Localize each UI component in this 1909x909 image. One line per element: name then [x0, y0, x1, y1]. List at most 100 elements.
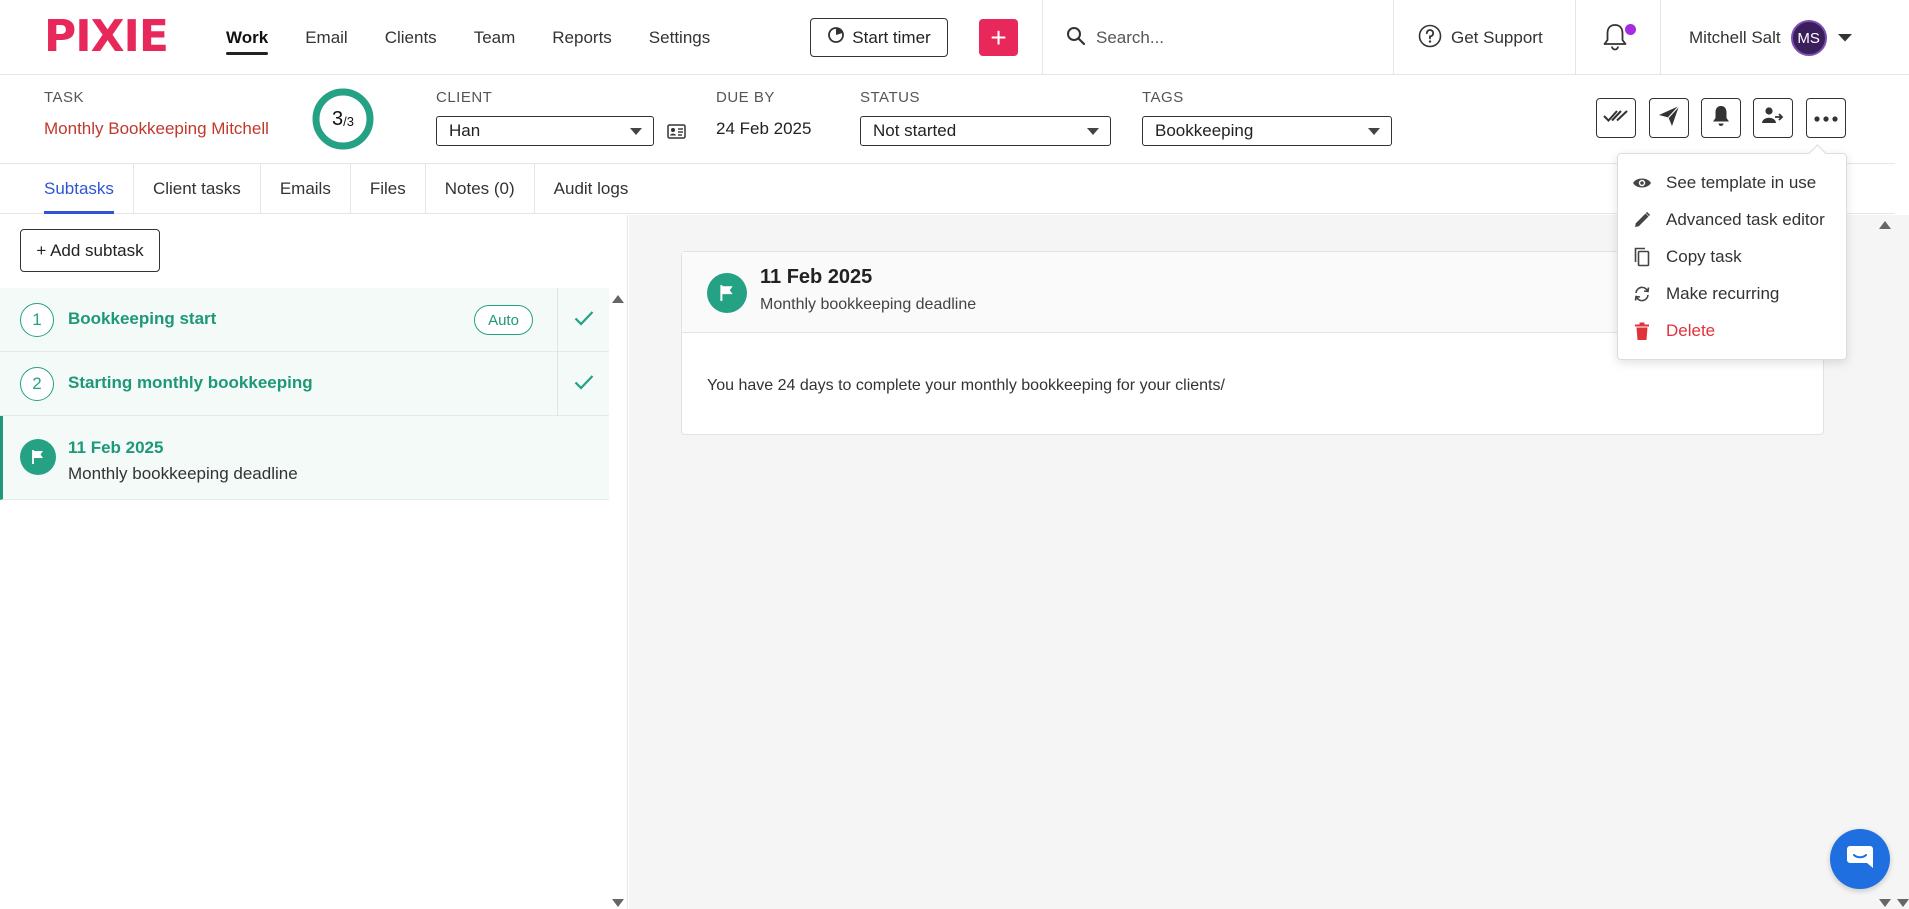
pixie-logo[interactable]: PIXIE — [44, 11, 169, 62]
milestone-card-description: Monthly bookkeeping deadline — [760, 296, 977, 313]
user-assign-icon — [1761, 106, 1785, 131]
subtask-panel: + Add subtask 1 Bookkeeping start Auto 2… — [0, 215, 628, 909]
chat-support-button[interactable] — [1830, 829, 1890, 889]
bell-icon — [1711, 105, 1731, 132]
check-icon — [574, 310, 594, 331]
tab-files[interactable]: Files — [351, 164, 426, 214]
due-date-value[interactable]: 24 Feb 2025 — [716, 119, 811, 139]
client-value: Han — [449, 121, 481, 140]
progress-count: 3/3 — [311, 87, 375, 151]
scroll-down-arrow[interactable] — [612, 899, 624, 907]
avatar: MS — [1790, 20, 1827, 56]
double-check-icon — [1603, 108, 1629, 129]
add-subtask-button[interactable]: + Add subtask — [20, 229, 160, 272]
subtask-row[interactable]: 2 Starting monthly bookkeeping — [0, 352, 609, 416]
client-label: CLIENT — [436, 89, 493, 106]
help-icon — [1418, 24, 1442, 53]
assign-user-button[interactable] — [1753, 98, 1793, 138]
user-menu[interactable]: Mitchell Salt MS — [1689, 18, 1853, 58]
subtask-list: 1 Bookkeeping start Auto 2 Starting mont… — [0, 288, 609, 500]
nav-link-settings[interactable]: Settings — [649, 0, 710, 75]
start-timer-button[interactable]: Start timer — [810, 18, 948, 57]
task-tabs: Subtasks Client tasks Emails Files Notes… — [0, 164, 1895, 214]
flag-icon — [20, 439, 56, 475]
menu-item-advanced-editor[interactable]: Advanced task editor — [1632, 205, 1825, 235]
nav-link-work[interactable]: Work — [226, 0, 269, 75]
auto-badge: Auto — [474, 305, 533, 335]
send-button[interactable] — [1649, 98, 1689, 138]
tags-value: Bookkeeping — [1155, 121, 1254, 140]
milestone-card-date: 11 Feb 2025 — [760, 266, 873, 288]
progress-done: 3 — [332, 107, 344, 130]
scroll-down-arrow[interactable] — [1879, 899, 1891, 907]
menu-item-label: Copy task — [1666, 247, 1742, 266]
tab-subtasks[interactable]: Subtasks — [0, 164, 134, 214]
tab-client-tasks[interactable]: Client tasks — [134, 164, 261, 214]
milestone-card-body: You have 24 days to complete your monthl… — [707, 377, 1225, 394]
more-options-button[interactable] — [1806, 98, 1846, 138]
search-icon — [1066, 26, 1086, 51]
pencil-icon — [1632, 210, 1652, 230]
progress-total: /3 — [343, 113, 354, 129]
subtask-number: 2 — [20, 367, 54, 401]
menu-item-label: Delete — [1666, 321, 1716, 340]
status-select[interactable]: Not started — [860, 116, 1111, 146]
subtask-row[interactable]: 1 Bookkeeping start Auto — [0, 288, 609, 352]
copy-icon — [1632, 247, 1652, 267]
task-label: TASK — [44, 89, 85, 106]
client-select[interactable]: Han — [436, 116, 654, 146]
milestone-description: Monthly bookkeeping deadline — [68, 464, 298, 483]
menu-item-label: See template in use — [1666, 173, 1817, 192]
nav-divider — [1575, 0, 1576, 75]
search-box — [1066, 18, 1386, 58]
nav-link-clients[interactable]: Clients — [385, 0, 437, 75]
tab-audit-logs[interactable]: Audit logs — [535, 164, 648, 214]
nav-link-reports[interactable]: Reports — [552, 0, 612, 75]
subtask-number: 1 — [20, 303, 54, 337]
user-name: Mitchell Salt — [1689, 28, 1781, 47]
tab-emails[interactable]: Emails — [261, 164, 351, 214]
subtask-check-toggle[interactable] — [557, 288, 609, 352]
add-new-button[interactable]: + — [979, 19, 1018, 56]
main-nav: Work Email Clients Team Reports Settings — [226, 0, 747, 75]
tab-notes[interactable]: Notes (0) — [426, 164, 535, 214]
status-value: Not started — [873, 121, 957, 140]
milestone-row[interactable]: 11 Feb 2025 Monthly bookkeeping deadline — [0, 416, 609, 500]
client-card-icon[interactable] — [667, 124, 686, 144]
scroll-down-arrow[interactable] — [1897, 899, 1909, 907]
get-support-link[interactable]: Get Support — [1418, 18, 1543, 58]
nav-divider — [1393, 0, 1394, 75]
menu-item-see-template[interactable]: See template in use — [1632, 168, 1816, 198]
nav-link-team[interactable]: Team — [474, 0, 516, 75]
reminder-button[interactable] — [1701, 98, 1741, 138]
top-navigation: PIXIE Work Email Clients Team Reports Se… — [0, 0, 1909, 75]
subtask-title: Starting monthly bookkeeping — [68, 373, 313, 392]
recurring-icon — [1632, 284, 1652, 304]
logo-text: PIXIE — [44, 11, 169, 62]
menu-item-delete[interactable]: Delete — [1632, 316, 1715, 346]
tags-select[interactable]: Bookkeeping — [1142, 116, 1392, 146]
mark-complete-button[interactable] — [1596, 98, 1636, 138]
chevron-down-icon — [630, 128, 642, 135]
chevron-down-icon — [1837, 28, 1853, 48]
nav-divider — [1042, 0, 1043, 75]
task-header: TASK Monthly Bookkeeping Mitchell 3/3 CL… — [0, 76, 1895, 164]
subtask-check-toggle[interactable] — [557, 352, 609, 416]
status-label: STATUS — [860, 89, 920, 106]
menu-item-make-recurring[interactable]: Make recurring — [1632, 279, 1779, 309]
chevron-down-icon — [1087, 128, 1099, 135]
flag-icon — [707, 273, 747, 313]
timer-icon — [827, 26, 845, 49]
chevron-down-icon — [1368, 128, 1380, 135]
eye-icon — [1632, 173, 1652, 193]
notification-badge — [1625, 24, 1636, 35]
menu-item-copy-task[interactable]: Copy task — [1632, 242, 1742, 272]
task-name[interactable]: Monthly Bookkeeping Mitchell — [44, 119, 269, 139]
trash-icon — [1632, 321, 1652, 341]
tags-label: TAGS — [1142, 89, 1184, 106]
menu-item-label: Advanced task editor — [1666, 210, 1825, 229]
search-input[interactable] — [1096, 28, 1356, 48]
nav-link-email[interactable]: Email — [305, 0, 348, 75]
scroll-up-arrow[interactable] — [1879, 221, 1891, 229]
scroll-up-arrow[interactable] — [612, 295, 624, 303]
